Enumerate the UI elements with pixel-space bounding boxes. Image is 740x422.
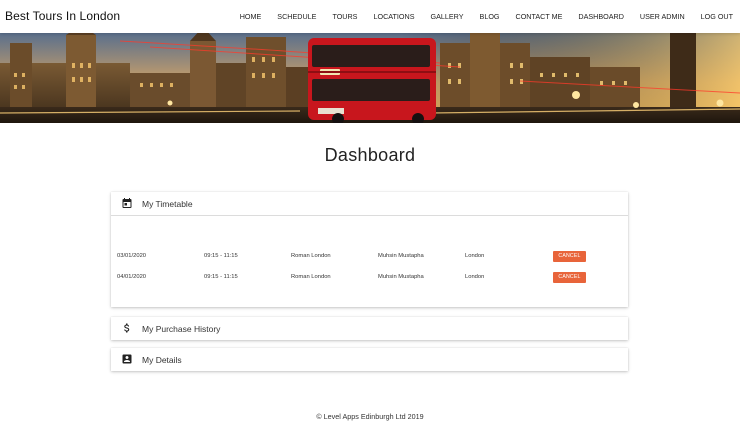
nav-gallery[interactable]: GALLERY [431,12,464,21]
details-header[interactable]: My Details [111,348,628,371]
nav-home[interactable]: HOME [240,12,262,21]
nav-user-admin[interactable]: USER ADMIN [640,12,685,21]
booking-tour: Roman London [291,253,331,259]
nav-tours[interactable]: TOURS [332,12,357,21]
cancel-booking-button[interactable]: CANCEL [553,251,586,262]
timetable-row: 04/01/2020 09:15 - 11:15 Roman London Mu… [117,272,622,284]
purchase-history-panel[interactable]: My Purchase History [111,317,628,340]
contact-card-icon [122,354,132,364]
nav-schedule[interactable]: SCHEDULE [277,12,316,21]
london-skyline-image [0,33,740,123]
booking-date: 03/01/2020 [117,253,147,259]
main-nav: HOME SCHEDULE TOURS LOCATIONS GALLERY BL… [224,12,733,21]
nav-locations[interactable]: LOCATIONS [373,12,414,21]
site-brand[interactable]: Best Tours In London [5,9,120,23]
nav-dashboard[interactable]: DASHBOARD [578,12,624,21]
hero-banner-image [0,33,740,123]
details-title: My Details [142,355,182,365]
timetable-title: My Timetable [142,199,193,209]
booking-tour: Roman London [291,274,331,280]
dollar-icon [124,323,130,333]
booking-guide: Muhsin Mustapha [378,274,424,280]
footer-copyright: © Level Apps Edinburgh Ltd 2019 [316,412,424,421]
purchase-history-title: My Purchase History [142,324,221,334]
booking-time: 09:15 - 11:15 [204,253,238,259]
nav-contact-me[interactable]: CONTACT ME [516,12,563,21]
timetable-panel-header[interactable]: My Timetable [111,192,628,216]
bus-illustration [308,38,436,123]
booking-date: 04/01/2020 [117,274,147,280]
details-panel[interactable]: My Details [111,348,628,371]
calendar-icon [122,198,132,208]
nav-blog[interactable]: BLOG [480,12,500,21]
booking-guide: Muhsin Mustapha [378,253,424,259]
timetable-row: 03/01/2020 09:15 - 11:15 Roman London Mu… [117,251,622,263]
booking-location: London [465,274,485,280]
page-title: Dashboard [324,145,416,165]
booking-time: 09:15 - 11:15 [204,274,238,280]
cancel-booking-button[interactable]: CANCEL [553,272,586,283]
nav-log-out[interactable]: LOG OUT [701,12,733,21]
timetable-panel: My Timetable 03/01/2020 09:15 - 11:15 Ro… [111,192,628,307]
booking-location: London [465,253,485,259]
top-navbar: Best Tours In London HOME SCHEDULE TOURS… [0,0,740,33]
purchase-history-header[interactable]: My Purchase History [111,317,628,340]
